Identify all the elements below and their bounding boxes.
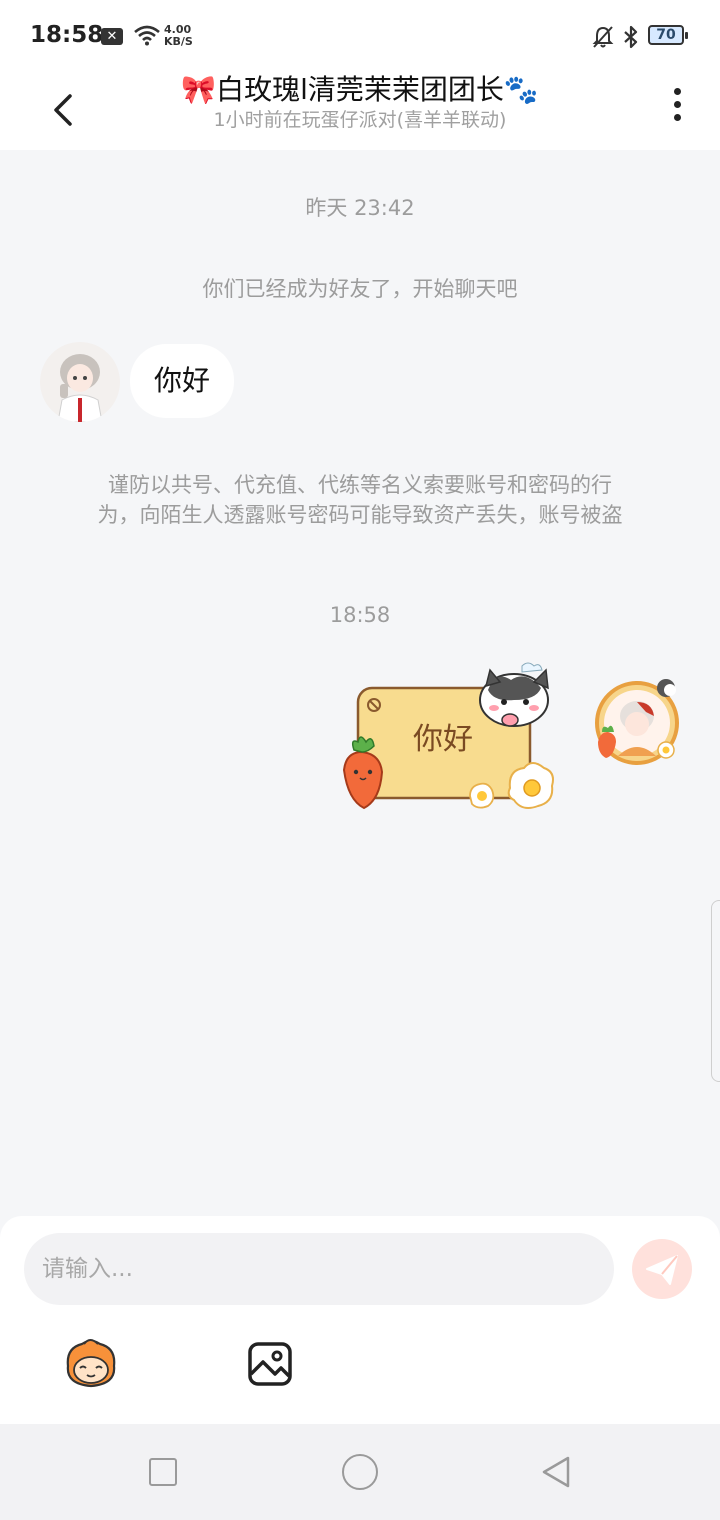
paw-emoji: 🐾 bbox=[503, 73, 539, 106]
contact-status: 1小时前在玩蛋仔派对(喜羊羊联动) bbox=[213, 109, 507, 131]
outgoing-sticker-message[interactable]: 你好 bbox=[358, 690, 528, 798]
contact-avatar[interactable] bbox=[40, 342, 120, 422]
security-warning: 谨防以共号、代充值、代练等名义索要账号和密码的行 为，向陌生人透露账号密码可能导… bbox=[97, 473, 623, 527]
system-navigation-bar bbox=[0, 1424, 720, 1520]
message-composer bbox=[0, 1216, 720, 1424]
more-dot bbox=[673, 101, 681, 108]
bluetooth-icon bbox=[624, 25, 638, 49]
chat-title-area: 🎀白玫瑰l清莞茉茉团团长🐾 1小时前在玩蛋仔派对(喜羊羊联动) bbox=[130, 70, 590, 132]
avatar-frame-image bbox=[595, 679, 679, 765]
contact-name[interactable]: 🎀白玫瑰l清莞茉茉团团长🐾 bbox=[130, 72, 590, 108]
status-time: 18:58 bbox=[30, 22, 104, 48]
network-speed: 4.00 KB/S bbox=[164, 23, 193, 48]
bell-muted-icon bbox=[592, 26, 614, 48]
avatar-image bbox=[40, 342, 120, 422]
notification-x-icon: ✕ bbox=[101, 28, 123, 45]
more-dot bbox=[673, 114, 681, 121]
chat-header: 🎀白玫瑰l清莞茉茉团团长🐾 1小时前在玩蛋仔派对(喜羊羊联动) bbox=[0, 70, 720, 150]
emoji-character-icon bbox=[66, 1339, 116, 1388]
timestamp: 18:58 bbox=[329, 603, 391, 627]
chevron-left-icon bbox=[54, 94, 72, 126]
system-message: 你们已经成为好友了，开始聊天吧 bbox=[202, 277, 518, 301]
image-icon bbox=[248, 1342, 292, 1386]
ribbon-emoji: 🎀 bbox=[181, 73, 217, 106]
status-bar: 18:58 ✕ 4.00 KB/S 70 bbox=[0, 0, 720, 70]
more-options-button[interactable] bbox=[660, 82, 694, 138]
battery-indicator: 70 bbox=[648, 25, 688, 45]
side-panel-handle[interactable] bbox=[711, 900, 720, 1082]
paper-plane-icon bbox=[646, 1255, 678, 1285]
wifi-icon bbox=[134, 25, 160, 46]
back-button[interactable] bbox=[40, 80, 88, 140]
incoming-message-bubble[interactable]: 你好 bbox=[130, 344, 234, 418]
more-dot bbox=[673, 88, 681, 95]
home-button[interactable] bbox=[342, 1454, 378, 1490]
nav-back-triangle-icon[interactable] bbox=[538, 1454, 574, 1490]
send-button[interactable] bbox=[632, 1239, 692, 1299]
timestamp: 昨天 23:42 bbox=[305, 196, 415, 220]
recent-apps-button[interactable] bbox=[149, 1458, 177, 1486]
image-button[interactable] bbox=[246, 1340, 294, 1388]
message-input[interactable] bbox=[24, 1233, 614, 1305]
emoji-button[interactable] bbox=[62, 1338, 120, 1388]
my-avatar[interactable] bbox=[590, 676, 684, 770]
